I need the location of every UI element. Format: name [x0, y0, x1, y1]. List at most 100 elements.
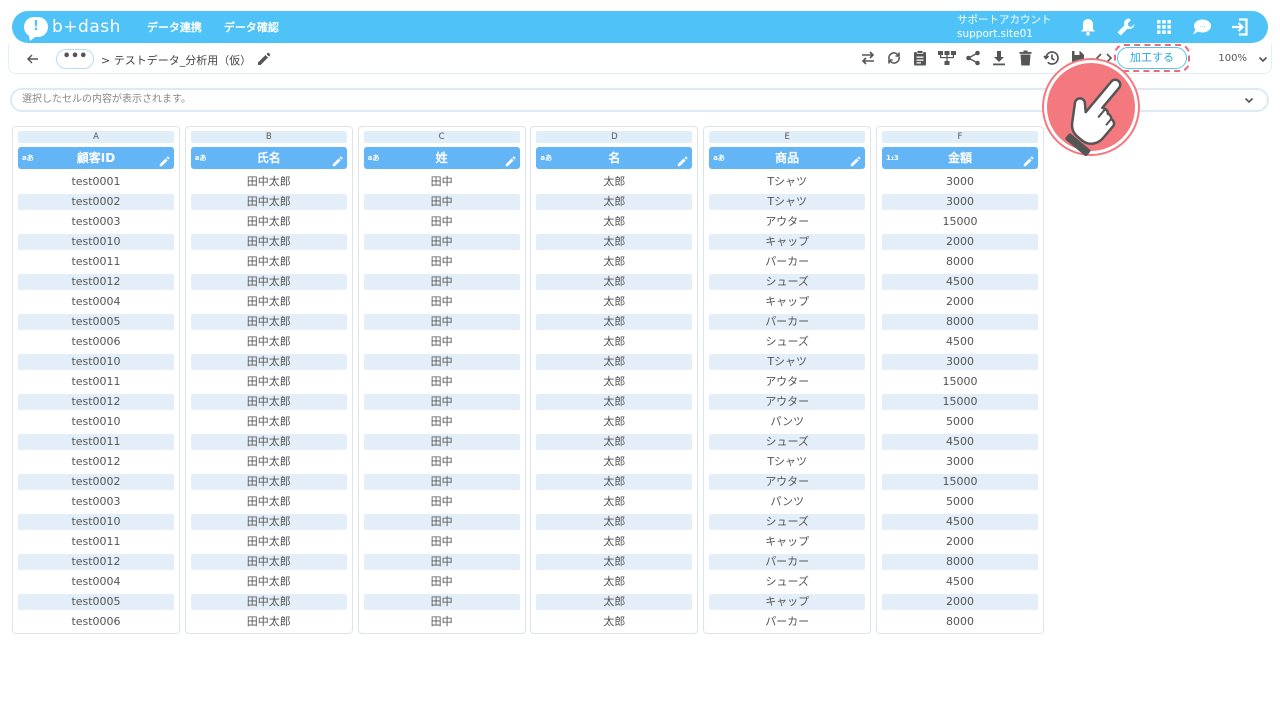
clipboard-icon[interactable] [911, 49, 929, 67]
table-cell[interactable]: 田中 [364, 574, 520, 590]
table-cell[interactable]: 田中 [364, 174, 520, 190]
column-header[interactable]: aあ 姓 [363, 147, 520, 169]
table-cell[interactable]: test0012 [18, 274, 174, 290]
wrench-icon[interactable] [1114, 15, 1138, 39]
table-cell[interactable]: Tシャツ [709, 354, 866, 370]
table-cell[interactable]: 田中太郎 [190, 314, 347, 330]
table-cell[interactable]: 8000 [882, 614, 1038, 630]
table-cell[interactable]: 太郎 [536, 374, 692, 390]
table-cell[interactable]: 太郎 [536, 414, 692, 430]
table-cell[interactable]: キャップ [709, 534, 865, 550]
table-cell[interactable]: 太郎 [536, 494, 692, 510]
table-cell[interactable]: 田中太郎 [191, 214, 347, 230]
table-cell[interactable]: 田中太郎 [191, 254, 347, 270]
table-cell[interactable]: 太郎 [536, 394, 693, 410]
table-cell[interactable]: パーカー [709, 314, 866, 330]
column-header[interactable]: aあ 顧客ID [18, 147, 174, 169]
table-cell[interactable]: アウター [709, 474, 866, 490]
table-cell[interactable]: 田中 [363, 514, 520, 530]
table-cell[interactable]: 8000 [881, 314, 1038, 330]
table-cell[interactable]: 田中 [363, 234, 520, 250]
table-cell[interactable]: 田中 [363, 194, 520, 210]
table-cell[interactable]: 2000 [881, 594, 1038, 610]
table-cell[interactable]: アウター [709, 214, 865, 230]
table-cell[interactable]: パーカー [709, 554, 866, 570]
table-cell[interactable]: 田中 [363, 394, 520, 410]
table-cell[interactable]: シューズ [709, 274, 866, 290]
table-cell[interactable]: 3000 [882, 454, 1038, 470]
table-cell[interactable]: アウター [709, 394, 866, 410]
table-cell[interactable]: 太郎 [536, 174, 692, 190]
table-cell[interactable]: test0011 [18, 434, 174, 450]
column-header[interactable]: 1₂3 金額 [881, 147, 1038, 169]
table-cell[interactable]: test0011 [18, 534, 174, 550]
table-cell[interactable]: 太郎 [536, 334, 692, 350]
table-cell[interactable]: 田中 [364, 334, 520, 350]
table-cell[interactable]: 田中 [364, 254, 520, 270]
table-cell[interactable]: 田中 [363, 554, 520, 570]
column-header[interactable]: aあ 名 [536, 147, 693, 169]
trash-icon[interactable] [1016, 49, 1034, 67]
table-cell[interactable]: test0003 [18, 214, 174, 230]
table-cell[interactable]: 太郎 [536, 234, 693, 250]
table-cell[interactable]: 田中太郎 [190, 434, 347, 450]
table-cell[interactable]: 3000 [882, 174, 1038, 190]
table-cell[interactable]: 15000 [881, 474, 1038, 490]
app-logo[interactable]: ! b+dash [24, 11, 121, 43]
zoom-select[interactable]: 100% [1199, 49, 1269, 69]
table-cell[interactable]: 田中 [363, 474, 520, 490]
table-cell[interactable]: test0011 [18, 374, 174, 390]
table-cell[interactable]: 太郎 [536, 434, 693, 450]
back-arrow-icon[interactable] [25, 51, 41, 67]
table-cell[interactable]: test0004 [18, 574, 174, 590]
table-cell[interactable]: 太郎 [536, 354, 693, 370]
table-cell[interactable]: test0002 [18, 194, 174, 210]
table-cell[interactable]: 太郎 [536, 254, 692, 270]
table-cell[interactable]: 4500 [881, 514, 1038, 530]
refresh-icon[interactable] [885, 49, 903, 67]
account-info[interactable]: サポートアカウント support.site01 [957, 13, 1052, 41]
table-cell[interactable]: 田中太郎 [191, 374, 347, 390]
table-cell[interactable]: test0003 [18, 494, 174, 510]
table-cell[interactable]: 太郎 [536, 554, 693, 570]
table-cell[interactable]: 田中太郎 [190, 394, 347, 410]
table-cell[interactable]: 田中太郎 [190, 194, 347, 210]
table-cell[interactable]: 田中 [363, 434, 520, 450]
table-cell[interactable]: 4500 [882, 334, 1038, 350]
table-cell[interactable]: Tシャツ [709, 174, 865, 190]
pencil-icon[interactable] [505, 152, 516, 174]
chevron-down-icon[interactable] [1243, 94, 1255, 114]
pencil-icon[interactable] [159, 152, 170, 174]
table-cell[interactable]: 田中 [364, 294, 520, 310]
column-header[interactable]: aあ 氏名 [190, 147, 347, 169]
table-cell[interactable]: test0012 [18, 454, 174, 470]
table-cell[interactable]: 8000 [882, 254, 1038, 270]
table-cell[interactable]: 太郎 [536, 194, 693, 210]
apps-grid-icon[interactable] [1152, 15, 1176, 39]
table-cell[interactable]: 田中太郎 [191, 414, 347, 430]
table-cell[interactable]: 田中太郎 [190, 554, 347, 570]
table-cell[interactable]: test0005 [18, 314, 174, 330]
table-cell[interactable]: test0011 [18, 254, 174, 270]
nav-data-link[interactable]: データ連携 [147, 19, 202, 35]
table-cell[interactable]: test0012 [18, 394, 174, 410]
table-cell[interactable]: 田中太郎 [190, 274, 347, 290]
table-cell[interactable]: 田中 [363, 314, 520, 330]
table-cell[interactable]: パンツ [709, 414, 865, 430]
table-cell[interactable]: 太郎 [536, 574, 692, 590]
table-cell[interactable]: test0004 [18, 294, 174, 310]
table-cell[interactable]: 5000 [882, 494, 1038, 510]
table-cell[interactable]: 8000 [881, 554, 1038, 570]
edit-title-pencil-icon[interactable] [257, 51, 273, 67]
pencil-icon[interactable] [677, 152, 688, 174]
share-icon[interactable] [964, 49, 982, 67]
bell-icon[interactable] [1076, 15, 1100, 39]
table-cell[interactable]: 5000 [882, 414, 1038, 430]
table-cell[interactable]: 田中 [363, 274, 520, 290]
table-cell[interactable]: 田中太郎 [190, 354, 347, 370]
table-cell[interactable]: 田中太郎 [191, 494, 347, 510]
table-cell[interactable]: 田中 [363, 594, 520, 610]
nav-data-check[interactable]: データ確認 [224, 19, 279, 35]
table-cell[interactable]: 太郎 [536, 294, 692, 310]
table-cell[interactable]: 太郎 [536, 614, 692, 630]
